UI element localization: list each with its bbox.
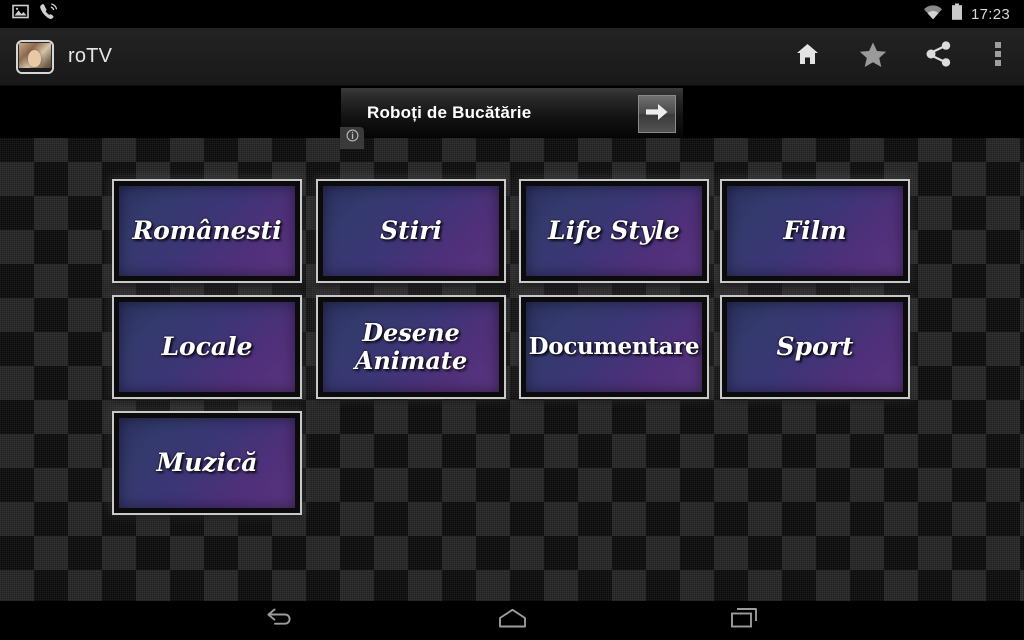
home-button[interactable] <box>774 28 840 86</box>
overflow-menu-icon <box>995 41 1001 72</box>
share-icon <box>926 41 952 72</box>
star-icon <box>859 41 887 73</box>
category-tile[interactable]: Locale <box>112 295 302 399</box>
category-tile[interactable]: Stiri <box>316 179 506 283</box>
back-icon <box>265 607 296 634</box>
category-tile-label: Film <box>783 216 847 246</box>
content-area: Românesti Stiri Life Style Film Locale Desene… <box>0 138 1024 601</box>
navigation-bar <box>0 601 1024 640</box>
home-icon <box>795 42 820 71</box>
overflow-menu-button[interactable] <box>972 28 1024 86</box>
app-icon-photo <box>19 42 51 71</box>
category-tile-surface: Documentare <box>526 302 702 392</box>
app-icon-base <box>18 67 52 72</box>
category-tile-label: Sport <box>776 332 854 362</box>
status-bar-right-icons: 17:23 <box>923 3 1024 26</box>
ad-info-badge[interactable] <box>340 127 364 149</box>
category-tile[interactable]: Documentare <box>519 295 709 399</box>
status-bar: 17:23 <box>0 0 1024 28</box>
category-tile-surface: Desene Animate <box>323 302 499 392</box>
category-tile-label: Locale <box>161 332 253 362</box>
app-screen: 17:23 roTV Românesti Stiri Life Style Fi… <box>0 0 1024 640</box>
category-tile-label: Românesti <box>132 216 282 246</box>
recents-icon <box>730 607 758 634</box>
nav-recents-button[interactable] <box>715 601 773 640</box>
category-tile-surface: Sport <box>727 302 903 392</box>
category-tile-surface: Stiri <box>323 186 499 276</box>
action-bar: roTV <box>0 28 1024 86</box>
app-title: roTV <box>68 45 113 67</box>
category-tile-label: Stiri <box>380 216 442 246</box>
category-tile-label: Life Style <box>548 216 680 246</box>
share-button[interactable] <box>906 28 972 86</box>
arrow-right-icon <box>646 103 668 126</box>
category-tile-label: Muzică <box>156 448 258 478</box>
ad-banner[interactable]: Roboți de Bucătărie <box>340 88 683 149</box>
status-bar-left-icons <box>0 2 58 26</box>
wifi-icon <box>923 4 943 25</box>
favorites-button[interactable] <box>840 28 906 86</box>
battery-icon <box>951 3 963 26</box>
home-icon <box>498 608 527 633</box>
category-tile-surface: Life Style <box>526 186 702 276</box>
category-tile[interactable]: Muzică <box>112 411 302 515</box>
nav-back-button[interactable] <box>251 601 309 640</box>
status-clock: 17:23 <box>970 5 1010 23</box>
category-tile-surface: Muzică <box>119 418 295 508</box>
ad-info-icon <box>346 129 359 147</box>
category-grid: Românesti Stiri Life Style Film Locale Desene… <box>112 179 912 529</box>
category-tile[interactable]: Film <box>720 179 910 283</box>
screenshot-icon <box>12 3 29 25</box>
nav-home-button[interactable] <box>483 601 541 640</box>
category-tile[interactable]: Life Style <box>519 179 709 283</box>
category-tile[interactable]: Românesti <box>112 179 302 283</box>
category-tile-surface: Locale <box>119 302 295 392</box>
category-tile[interactable]: Desene Animate <box>316 295 506 399</box>
category-tile[interactable]: Sport <box>720 295 910 399</box>
category-tile-surface: Românesti <box>119 186 295 276</box>
app-icon[interactable] <box>16 39 54 74</box>
category-tile-label: Desene Animate <box>354 318 468 375</box>
category-tile-label: Documentare <box>528 333 700 361</box>
action-bar-buttons <box>774 28 1024 85</box>
ad-cta-button[interactable] <box>638 95 676 133</box>
ad-text: Roboți de Bucătărie <box>367 103 532 122</box>
phone-call-icon <box>39 2 58 26</box>
category-tile-surface: Film <box>727 186 903 276</box>
